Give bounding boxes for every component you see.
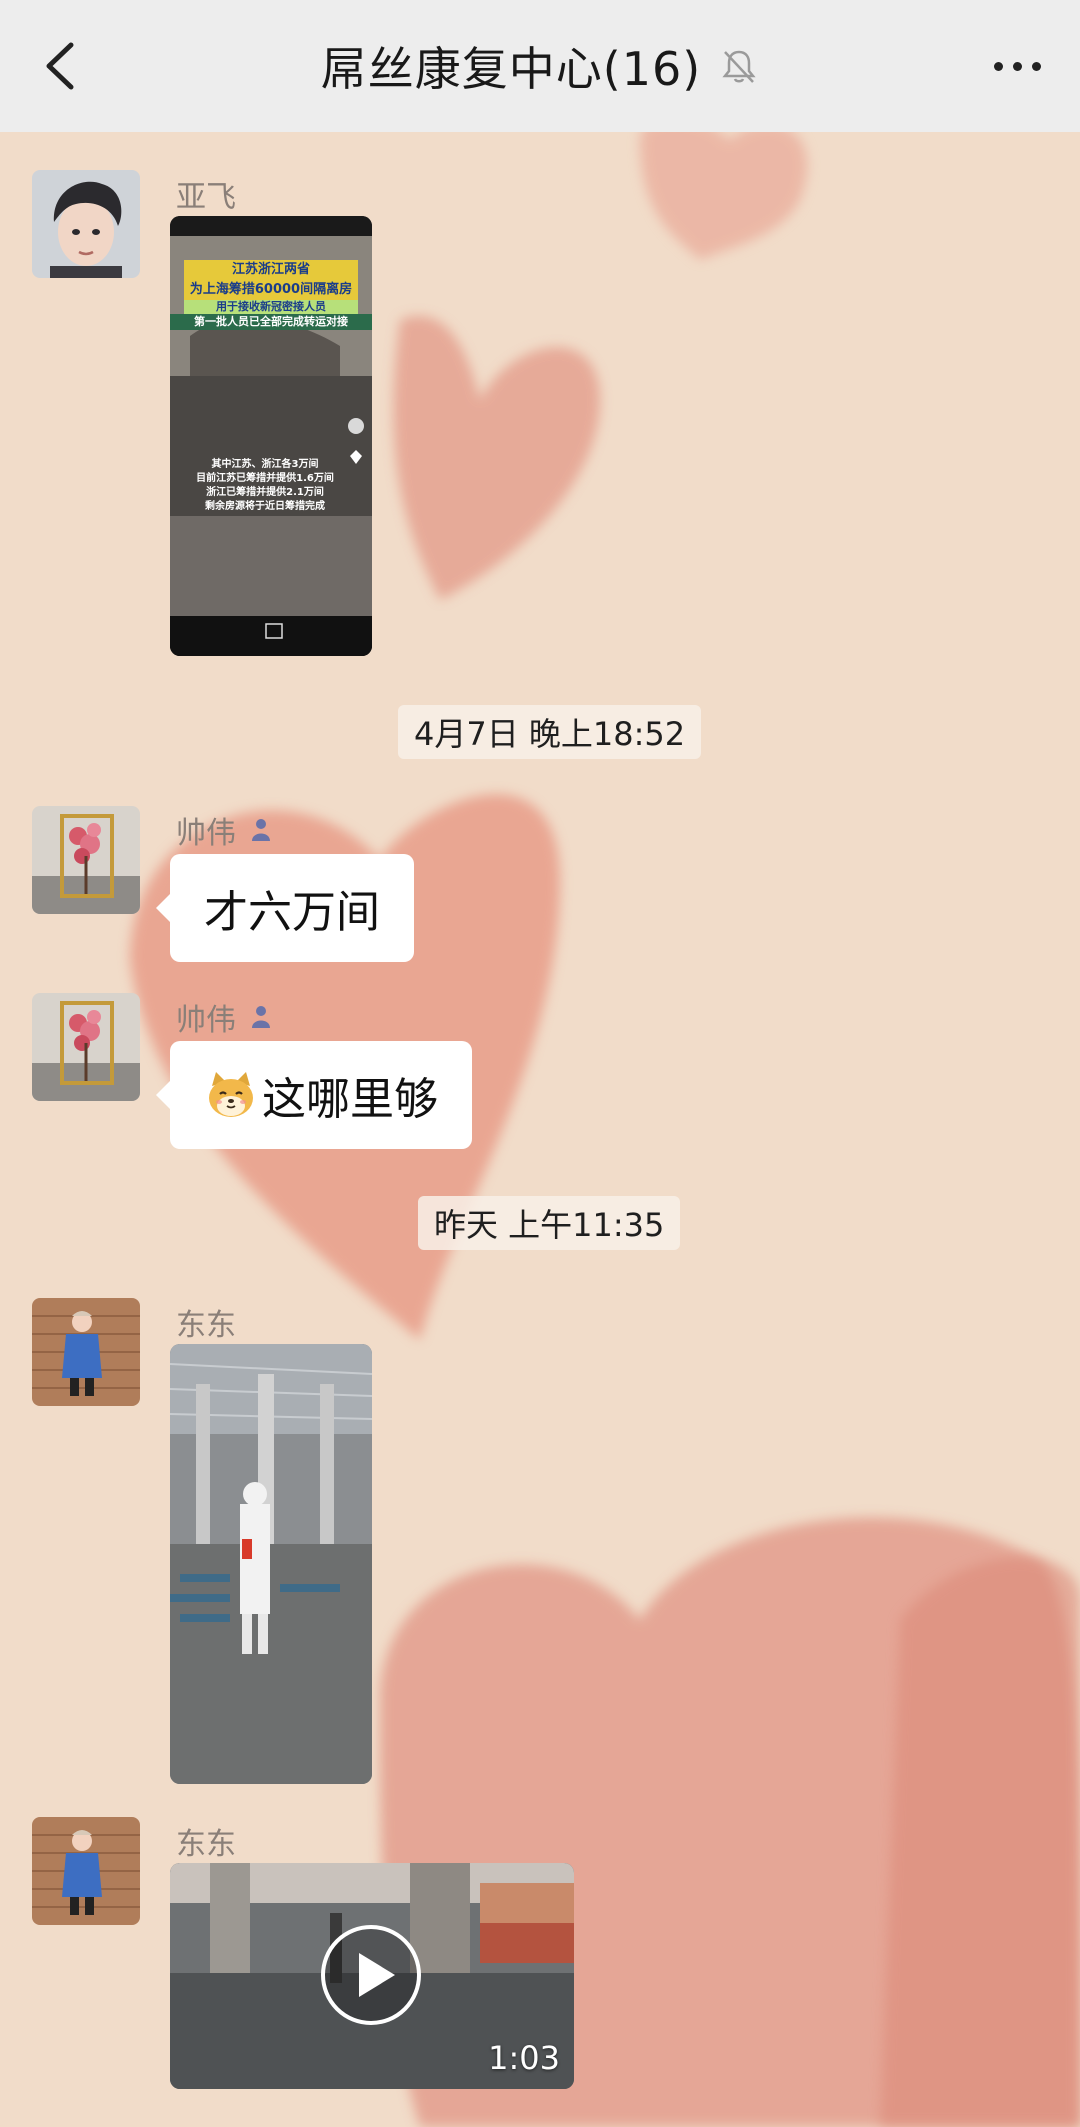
message-row: 东东 1:03 [32, 1817, 1032, 2097]
sender-label: 帅伟 [176, 816, 236, 851]
thumb-headline: 江苏浙江两省 为上海筹措60000间隔离房 [184, 260, 358, 300]
message-row: 帅伟 才六万间 [32, 806, 1032, 966]
avatar-image [32, 170, 140, 278]
sender-name: 东东 [176, 1819, 236, 1863]
ellipsis-dot [1012, 61, 1022, 71]
ellipsis-dot [1031, 61, 1041, 71]
video-duration: 1:03 [488, 2039, 560, 2077]
back-button[interactable] [30, 36, 90, 96]
avatar-image [32, 1817, 140, 1925]
thumb-line: 浙江已筹措并提供2.1万间 [206, 487, 324, 498]
thumb-body: 其中江苏、浙江各3万间 目前江苏已筹措并提供1.6万间 浙江已筹措并提供2.1万… [180, 458, 350, 514]
sender-name: 亚飞 [176, 172, 236, 216]
sender-name: 东东 [176, 1300, 236, 1344]
chevron-left-icon [46, 42, 74, 90]
thumb-line: 目前江苏已筹措并提供1.6万间 [196, 473, 334, 484]
title-wrap: 屌丝康复中心(16) [321, 33, 759, 99]
warehouse-photo [170, 1344, 372, 1784]
message-row: 亚飞 江苏浙江两省 为上海筹措60000间隔离房 用于接收新冠密接人员 第一批人… [32, 170, 1032, 670]
person-badge-icon [252, 819, 270, 841]
avatar[interactable] [32, 1817, 140, 1925]
thumb-subline: 第一批人员已全部完成转运对接 [194, 315, 348, 328]
sender-name: 帅伟 [176, 995, 272, 1039]
video-thumbnail[interactable]: 江苏浙江两省 为上海筹措60000间隔离房 用于接收新冠密接人员 第一批人员已全… [170, 216, 372, 656]
image-message[interactable] [170, 1344, 372, 1784]
thumb-line: 剩余房源将于近日筹措完成 [205, 501, 325, 512]
avatar[interactable] [32, 170, 140, 278]
sender-label: 帅伟 [176, 1003, 236, 1038]
play-icon[interactable] [319, 1923, 423, 2027]
thumb-line: 江苏浙江两省 [231, 262, 310, 277]
timestamp: 昨天 上午11:35 [418, 1196, 681, 1250]
sender-name: 帅伟 [176, 808, 272, 852]
message-bubble[interactable]: 这哪里够 [156, 1041, 472, 1149]
video-message[interactable]: 1:03 [170, 1863, 574, 2089]
thumb-subline: 用于接收新冠密接人员 [216, 300, 326, 313]
sender-label: 东东 [176, 1308, 236, 1343]
message-text: 这哪里够 [262, 1074, 438, 1125]
avatar[interactable] [32, 993, 140, 1101]
message-row: 帅伟 这哪里够 [32, 993, 1032, 1153]
bell-off-icon [722, 50, 756, 83]
timestamp-label: 昨天 上午11:35 [434, 1206, 665, 1244]
avatar-image [32, 1298, 140, 1406]
more-options-button[interactable] [982, 36, 1052, 96]
message-bubble[interactable]: 才六万间 [156, 854, 414, 962]
chat-header: 屌丝康复中心(16) [0, 0, 1080, 132]
sender-label: 亚飞 [176, 180, 236, 215]
ellipsis-icon [993, 61, 1003, 71]
avatar[interactable] [32, 1298, 140, 1406]
avatar-image [32, 806, 140, 914]
avatar[interactable] [32, 806, 140, 914]
timestamp: 4月7日 晚上18:52 [398, 705, 702, 759]
shiba-dog-emoji-icon [209, 1072, 253, 1117]
person-badge-icon [252, 1006, 270, 1028]
message-text: 才六万间 [204, 887, 380, 938]
thumb-line: 为上海筹措60000间隔离房 [189, 282, 353, 297]
avatar-image [32, 993, 140, 1101]
chat-screen: 屌丝康复中心(16) 亚飞 江苏浙江两省 为上海筹措60000间隔离房 用于接收… [0, 0, 1080, 2127]
chat-title: 屌丝康复中心(16) [320, 42, 702, 96]
sender-label: 东东 [176, 1827, 236, 1862]
message-row: 东东 [32, 1298, 1032, 1788]
timestamp-label: 4月7日 晚上18:52 [414, 715, 686, 753]
thumb-line: 其中江苏、浙江各3万间 [211, 459, 319, 470]
